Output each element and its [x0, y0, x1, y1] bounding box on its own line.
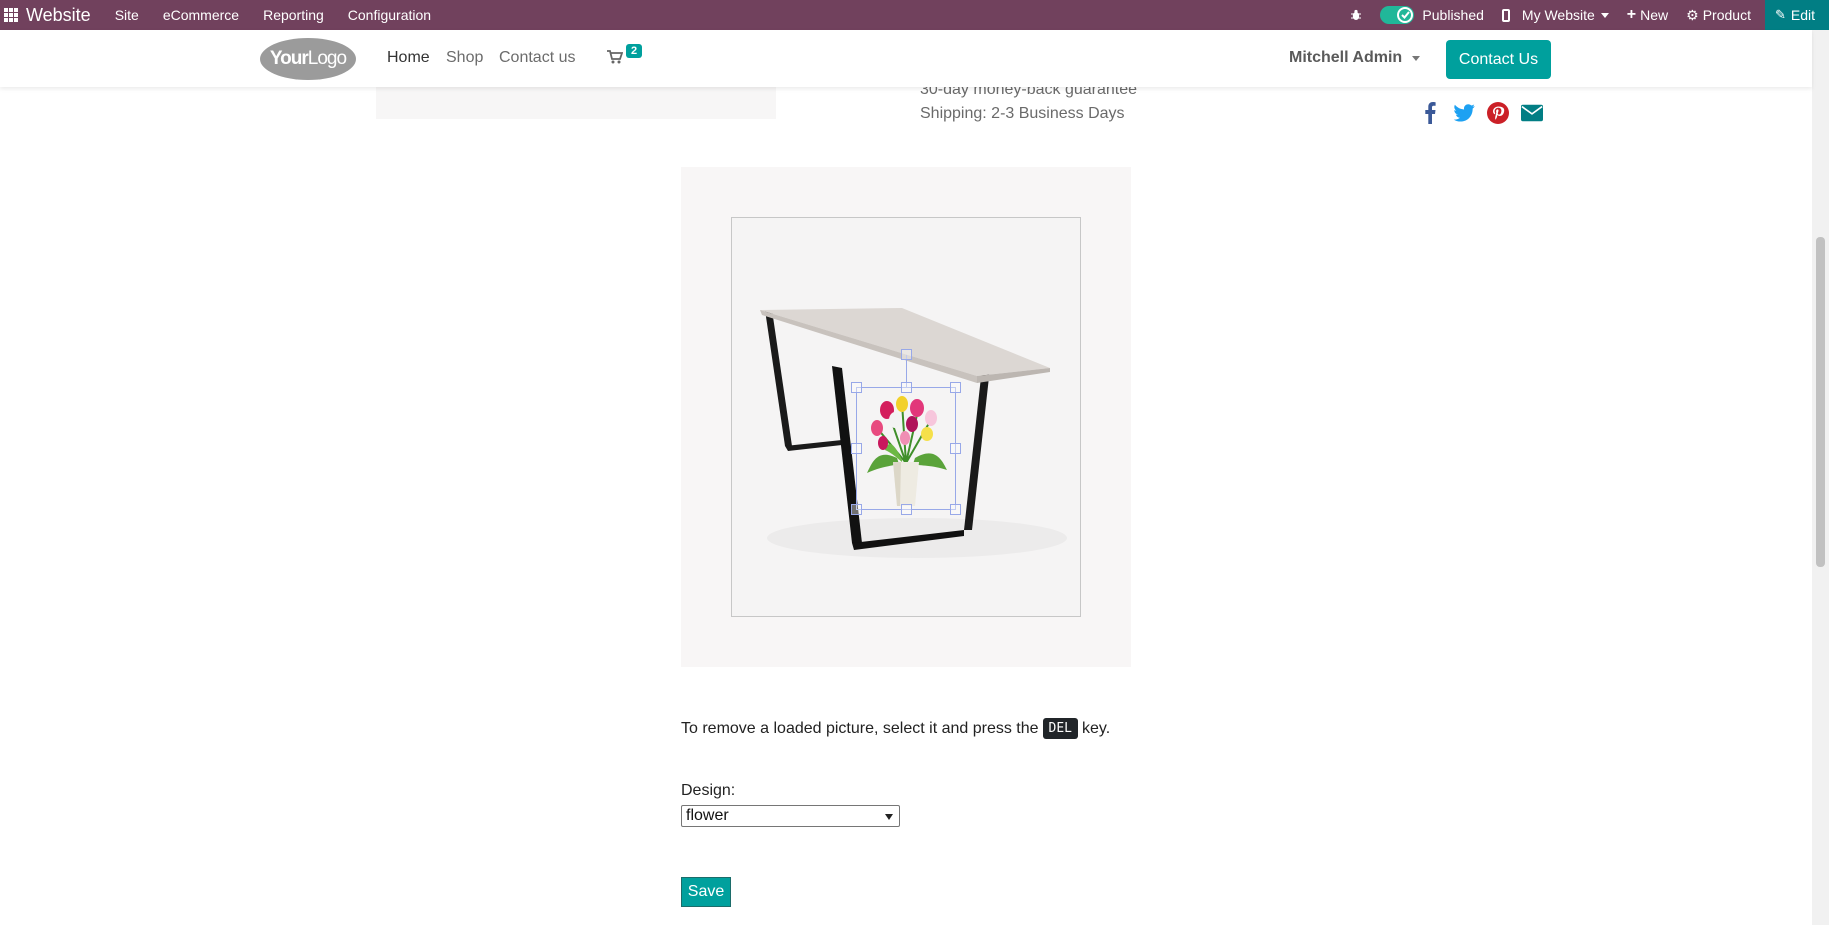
gear-icon: ⚙	[1686, 6, 1699, 23]
save-button[interactable]: Save	[681, 877, 731, 907]
mobile-preview-button[interactable]	[1501, 8, 1522, 22]
cart-count-badge: 2	[626, 44, 643, 58]
rotate-handle[interactable]	[901, 349, 912, 360]
resize-handle-top-right[interactable]	[950, 382, 961, 393]
nav-shop[interactable]: Shop	[446, 49, 483, 67]
nav-contact-us[interactable]: Contact us	[499, 49, 575, 67]
contact-us-button[interactable]: Contact Us	[1446, 40, 1551, 79]
menu-site[interactable]: Site	[115, 7, 139, 23]
caret-down-icon	[1412, 55, 1421, 61]
my-website-label: My Website	[1521, 7, 1595, 23]
shopping-cart-icon	[607, 50, 623, 64]
site-header: Your Logo Home Shop Contact us 2 Mitchell…	[0, 30, 1812, 87]
apps-grid-icon[interactable]	[4, 8, 18, 22]
user-menu-dropdown[interactable]: Mitchell Admin	[1289, 49, 1421, 67]
facebook-icon[interactable]	[1419, 102, 1441, 124]
resize-handle-bottom-left[interactable]	[851, 504, 862, 515]
resize-handle-bottom[interactable]	[901, 504, 912, 515]
site-logo[interactable]: Your Logo	[260, 38, 356, 80]
envelope-icon[interactable]	[1521, 102, 1543, 124]
twitter-icon[interactable]	[1453, 102, 1475, 124]
plus-icon: +	[1626, 6, 1637, 23]
my-website-dropdown[interactable]: My Website	[1522, 7, 1609, 23]
selected-design-element[interactable]	[851, 349, 961, 515]
publish-switch[interactable]	[1380, 6, 1415, 24]
new-button[interactable]: + New	[1627, 6, 1668, 24]
logo-bold-text: Your	[269, 48, 309, 69]
check-icon	[1397, 7, 1414, 23]
edit-button[interactable]: ✎ Edit	[1764, 0, 1829, 30]
mobile-phone-icon	[1501, 8, 1510, 22]
instructions-text-before: To remove a loaded picture, select it an…	[681, 719, 1039, 737]
flower-vase-image	[867, 396, 947, 506]
pinterest-icon[interactable]	[1487, 102, 1509, 124]
design-select[interactable]: flower	[681, 805, 900, 827]
resize-handle-right[interactable]	[950, 443, 961, 454]
debug-toggle[interactable]	[1350, 9, 1362, 21]
resize-handle-bottom-right[interactable]	[950, 504, 961, 515]
menu-ecommerce[interactable]: eCommerce	[163, 7, 239, 23]
new-label: New	[1640, 7, 1669, 23]
resize-handle-top-left[interactable]	[851, 382, 862, 393]
del-key-badge: DEL	[1042, 718, 1079, 739]
remove-instructions: To remove a loaded picture, select it an…	[681, 718, 1110, 739]
design-selected-value: flower	[686, 807, 729, 824]
design-label: Design:	[681, 782, 736, 799]
cart-button[interactable]: 2	[607, 44, 643, 64]
menu-configuration[interactable]: Configuration	[348, 7, 431, 23]
published-toggle[interactable]: Published	[1380, 6, 1484, 24]
menu-reporting[interactable]: Reporting	[263, 7, 324, 23]
product-button[interactable]: ⚙ Product	[1686, 7, 1751, 24]
resize-handle-top[interactable]	[901, 382, 912, 393]
admin-brand[interactable]: Website	[26, 5, 91, 26]
caret-down-icon	[1600, 12, 1609, 18]
scrollbar-thumb[interactable]	[1816, 237, 1825, 567]
logo-regular-text: Logo	[307, 48, 347, 69]
published-label: Published	[1422, 7, 1484, 23]
shipping-text: Shipping: 2-3 Business Days	[920, 105, 1125, 122]
instructions-text-after: key.	[1082, 719, 1111, 737]
page-scrollbar[interactable]	[1812, 30, 1829, 925]
chevron-down-icon	[885, 814, 893, 820]
admin-bar-right: Published My Website + New ⚙ Product ✎ E…	[1332, 0, 1829, 30]
product-label: Product	[1702, 7, 1751, 23]
edit-label: Edit	[1790, 7, 1815, 23]
bug-icon	[1351, 9, 1362, 20]
admin-bar: Website Site eCommerce Reporting Configu…	[0, 0, 1829, 30]
resize-handle-left[interactable]	[851, 443, 862, 454]
social-share	[1419, 102, 1555, 124]
nav-home[interactable]: Home	[387, 49, 430, 67]
pencil-icon: ✎	[1774, 7, 1786, 22]
user-name: Mitchell Admin	[1289, 49, 1403, 66]
